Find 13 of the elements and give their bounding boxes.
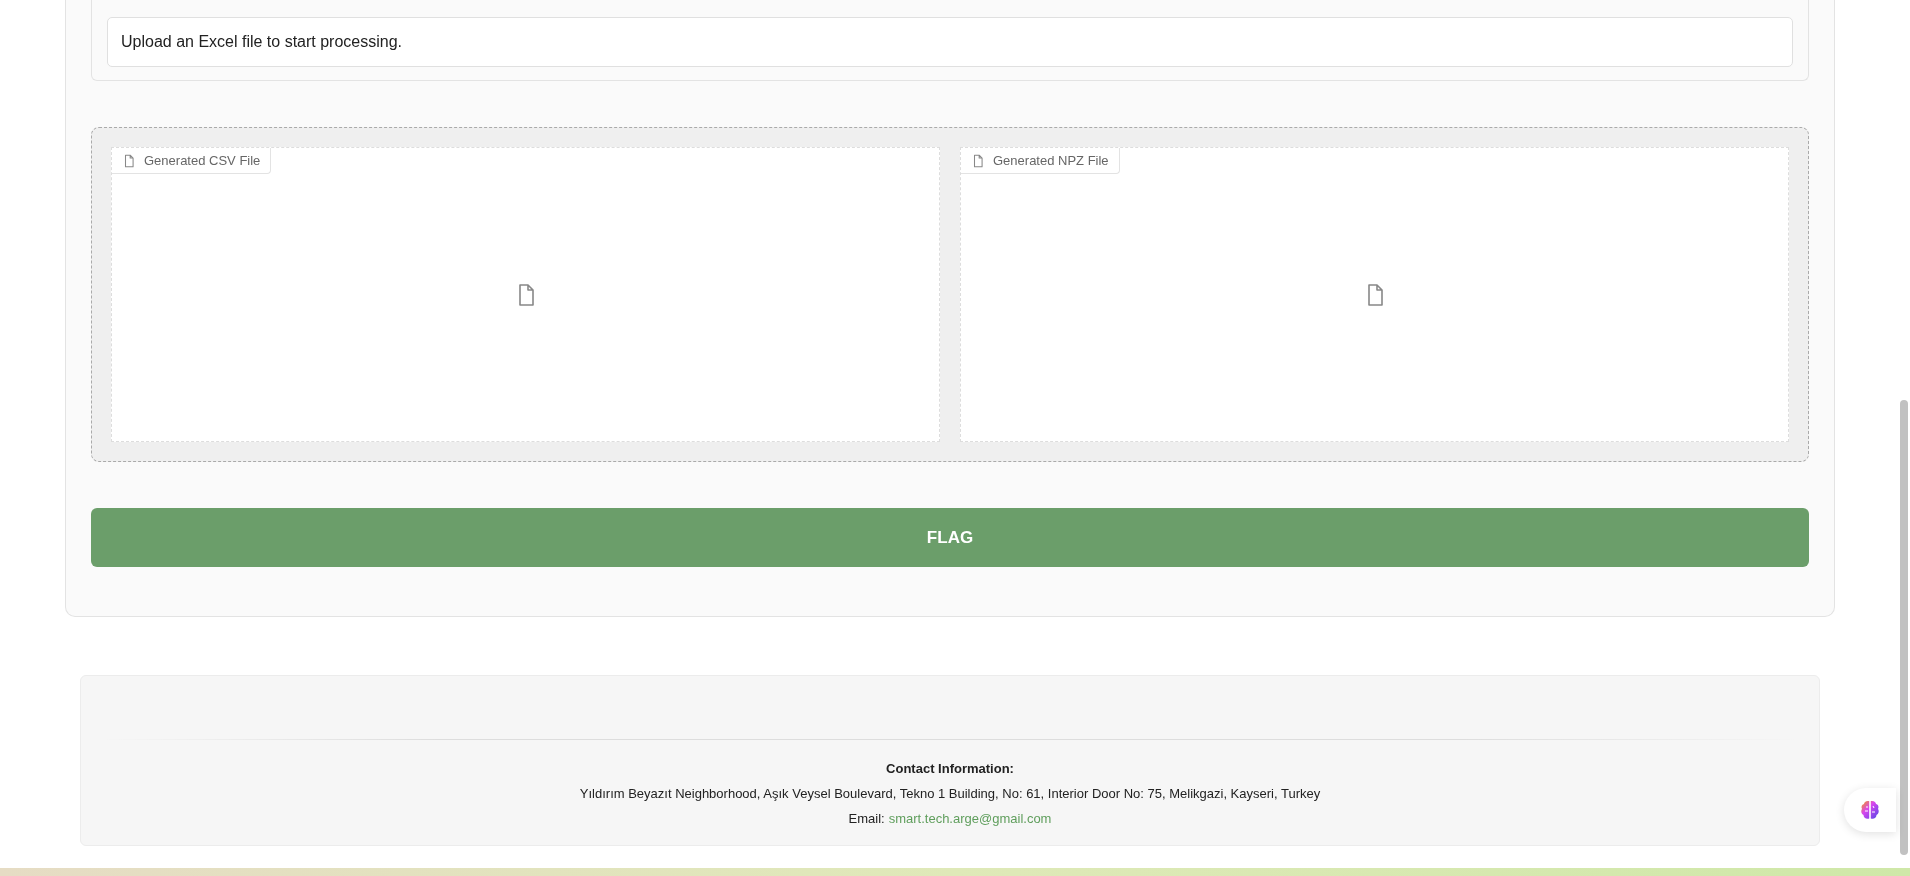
file-icon <box>971 153 985 168</box>
scrollbar-thumb[interactable] <box>1900 400 1908 855</box>
file-label-text: Generated NPZ File <box>993 153 1109 168</box>
contact-heading: Contact Information: <box>885 761 1015 776</box>
email-link[interactable]: smart.tech.arge@gmail.com <box>888 811 1052 826</box>
brain-icon <box>1858 798 1882 822</box>
flag-button[interactable]: FLAG <box>91 508 1809 567</box>
assistant-button[interactable] <box>1844 788 1896 832</box>
file-icon <box>122 153 136 168</box>
file-label-text: Generated CSV File <box>144 153 261 168</box>
address-text: Yıldırım Beyazıt Neighborhood, Aşık Veysel Boulevard, Tekno 1 Building, No: 61, Interior Door No: 75, Melikgazi, Kayseri, Turkey <box>578 786 1322 801</box>
status-field[interactable]: Upload an Excel file to start processing. <box>107 17 1793 67</box>
email-label: Email: <box>848 811 885 826</box>
